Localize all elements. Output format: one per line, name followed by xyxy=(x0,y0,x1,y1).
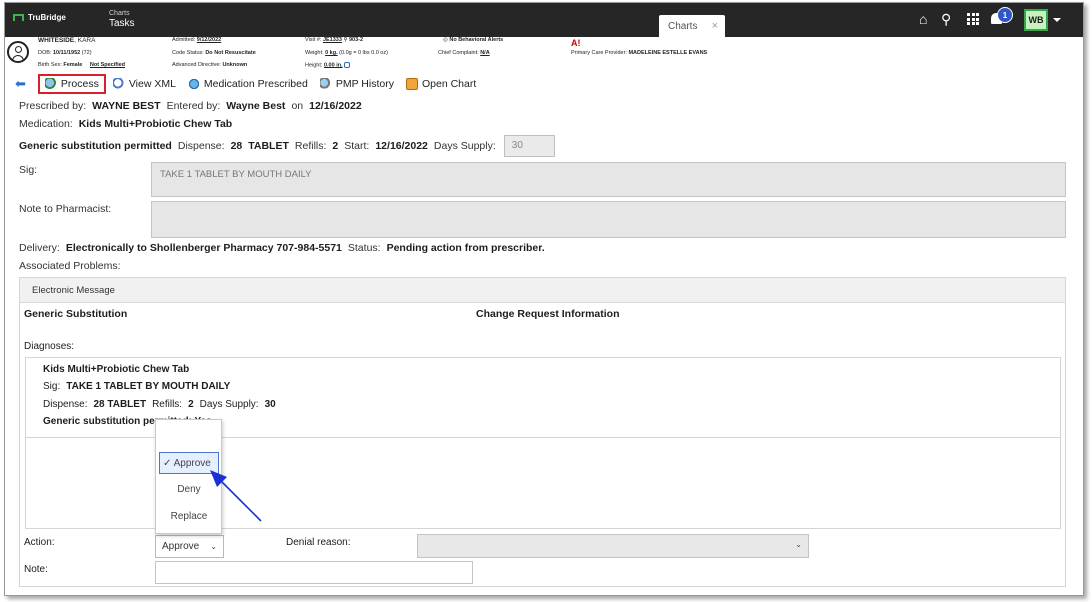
allergy-alert-icon[interactable]: A! xyxy=(571,38,581,48)
sig-label: Sig: xyxy=(19,164,38,176)
patient-birth-sex: Birth Sex: Female Not Specified xyxy=(38,62,126,68)
change-request-heading: Change Request Information xyxy=(476,308,620,320)
denial-reason-label: Denial reason: xyxy=(286,537,351,548)
dispense-unit: TABLET xyxy=(248,140,289,152)
generic-substitution: Generic substitution permitted xyxy=(19,140,172,152)
close-icon[interactable]: × xyxy=(712,20,718,32)
medication-prescribed-label: Medication Prescribed xyxy=(203,78,308,90)
generic-substitution-heading: Generic Substitution xyxy=(24,308,128,320)
advanced-directive: Advanced Directive: Unknown xyxy=(172,62,248,68)
notification-badge[interactable]: 1 xyxy=(997,7,1013,23)
chief-complaint: Chief Complaint: N/A xyxy=(438,50,490,56)
process-label: Process xyxy=(60,78,99,90)
refresh-globe-icon xyxy=(187,78,200,90)
logo: TruBridge xyxy=(13,13,66,22)
action-label: Action: xyxy=(24,537,55,548)
medication-row: Medication: Kids Multi+Probiotic Chew Ta… xyxy=(19,118,233,130)
code-status: Code Status: Do Not Resuscitate xyxy=(172,50,256,56)
note-to-pharmacist-label: Note to Pharmacist: xyxy=(19,203,112,215)
weight: Weight: 0 kg. (0.0g = 0 lbs 0.0 oz) xyxy=(305,50,388,56)
medication-name: Kids Multi+Probiotic Chew Tab xyxy=(78,118,233,130)
breadcrumb-parent[interactable]: Charts xyxy=(109,10,130,17)
logo-text: TruBridge xyxy=(28,13,66,22)
chart-icon xyxy=(405,78,418,90)
note-label: Note: xyxy=(24,564,48,575)
dispense-row: Generic substitution permitted Dispense:… xyxy=(19,135,555,157)
delivery-row: Delivery: Electronically to Shollenberge… xyxy=(19,242,545,254)
refills: 2 xyxy=(332,140,339,152)
patient-dob: DOB: 10/11/1952 (72) xyxy=(38,50,92,56)
action-select-value: Approve xyxy=(162,541,200,552)
view-xml-label: View XML xyxy=(128,78,176,90)
detail-sig: Sig: TAKE 1 TABLET BY MOUTH DAILY xyxy=(43,381,231,392)
dispense-qty: 28 xyxy=(230,140,243,152)
check-icon: ✓ xyxy=(163,458,172,469)
view-xml-button[interactable]: View XML xyxy=(108,74,181,94)
tab-charts[interactable]: Charts × xyxy=(659,15,725,37)
status-value: Pending action from prescriber. xyxy=(386,242,545,254)
primary-care-provider: Primary Care Provider: MADELEINE ESTELLE… xyxy=(571,50,708,56)
medication-prescribed-button[interactable]: Medication Prescribed xyxy=(183,74,313,94)
note-input[interactable] xyxy=(155,561,473,584)
home-icon[interactable]: ⌂ xyxy=(919,11,927,27)
associated-problems: Associated Problems: xyxy=(19,260,121,272)
magnifier-icon xyxy=(112,78,125,90)
apps-grid-icon[interactable] xyxy=(967,13,979,25)
pmp-history-button[interactable]: PMP History xyxy=(315,74,399,94)
tab-charts-label: Charts xyxy=(668,20,698,32)
process-icon xyxy=(44,78,57,90)
diagnoses-label: Diagnoses: xyxy=(24,341,75,352)
delivery-value: Electronically to Shollenberger Pharmacy… xyxy=(65,242,342,254)
chevron-down-icon: ⌄ xyxy=(210,542,217,551)
process-button[interactable]: Process xyxy=(37,74,106,94)
open-chart-button[interactable]: Open Chart xyxy=(401,74,481,94)
prescribed-by: WAYNE BEST xyxy=(92,100,161,112)
search-icon[interactable]: ⚲ xyxy=(941,11,951,28)
action-select[interactable]: Approve ⌄ xyxy=(155,535,224,558)
user-avatar[interactable]: WB xyxy=(1024,9,1048,31)
back-arrow-icon[interactable]: ⬅ xyxy=(5,76,32,92)
note-to-pharmacist-field xyxy=(151,201,1066,238)
prescribed-date: 12/16/2022 xyxy=(309,100,362,112)
location-pin-icon: ⚲ xyxy=(343,37,348,43)
admitted: Admitted: 9/12/2022 xyxy=(172,37,222,43)
sig-field: TAKE 1 TABLET BY MOUTH DAILY xyxy=(151,162,1066,197)
panel-header: Electronic Message xyxy=(20,278,1065,303)
breadcrumb-current: Tasks xyxy=(109,18,135,29)
pmp-icon xyxy=(319,78,332,90)
shield-icon: ◎ xyxy=(443,37,448,43)
patient-avatar-icon xyxy=(7,41,29,63)
open-chart-label: Open Chart xyxy=(421,78,477,90)
option-approve[interactable]: ✓ Approve xyxy=(159,452,219,474)
user-menu-caret-icon[interactable] xyxy=(1053,18,1061,22)
denial-reason-select[interactable]: ⌄ xyxy=(417,534,809,558)
start-date: 12/16/2022 xyxy=(375,140,428,152)
logo-mark-icon xyxy=(13,14,24,21)
edit-height-icon[interactable] xyxy=(344,62,351,68)
pmp-history-label: PMP History xyxy=(335,78,394,90)
chevron-down-icon: ⌄ xyxy=(795,540,802,549)
patient-name: WHITESIDE, KARA xyxy=(38,37,96,44)
top-bar: TruBridge Charts Tasks Charts × ⌂ ⚲ 1 WB xyxy=(5,3,1083,37)
patient-header: WHITESIDE, KARA DOB: 10/11/1952 (72) Bir… xyxy=(5,37,1083,73)
action-toolbar: ⬅ Process View XML Medication Prescribed… xyxy=(5,73,1083,95)
detail-med-name: Kids Multi+Probiotic Chew Tab xyxy=(43,364,190,375)
height: Height: 0.00 in. xyxy=(305,62,351,68)
option-deny[interactable]: Deny xyxy=(159,479,219,501)
visit-number: Visit #: JE1333 ⚲ 903-2 xyxy=(305,37,364,43)
app-window: TruBridge Charts Tasks Charts × ⌂ ⚲ 1 WB… xyxy=(4,2,1084,596)
days-supply-field: 30 xyxy=(503,135,555,157)
option-replace[interactable]: Replace xyxy=(159,506,219,528)
entered-by: Wayne Best xyxy=(226,100,286,112)
behavioral-alerts[interactable]: ◎ No Behavioral Alerts xyxy=(443,37,503,43)
prescriber-row: Prescribed by: WAYNE BEST Entered by: Wa… xyxy=(19,100,362,112)
detail-dispense: Dispense: 28 TABLET Refills: 2 Days Supp… xyxy=(43,399,276,410)
action-dropdown-menu: ✓ Approve Deny Replace xyxy=(155,419,222,534)
